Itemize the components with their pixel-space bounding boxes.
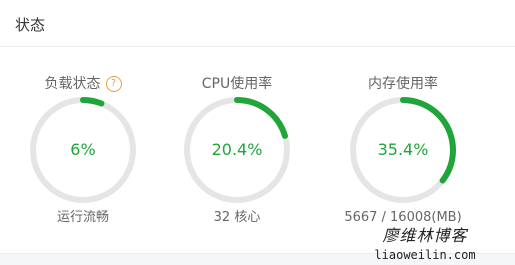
cpu-cores: 32 核心 — [213, 210, 261, 225]
memory-usage-value: 35.4% — [377, 140, 429, 159]
load-status-value: 6% — [70, 140, 96, 159]
gauge-label-cpu: CPU使用率 — [172, 74, 302, 94]
help-icon[interactable]: ? — [105, 76, 122, 92]
load-status-label: 负载状态 — [44, 76, 101, 92]
status-panel: 状态 负载状态? 6% 运行流畅 CPU使用率 20.4% 32 核心 内存使用… — [0, 0, 515, 254]
memory-usage-gauge[interactable]: 内存使用率 35.4% 5667 / 16008(MB) — [338, 74, 468, 234]
panel-title: 状态 — [15, 16, 46, 34]
gauge-label-memory: 内存使用率 — [338, 74, 468, 94]
watermark: 廖维林博客 liaoweilin.com — [345, 225, 505, 265]
load-status-desc: 运行流畅 — [56, 210, 109, 225]
gauge-label-load: 负载状态? — [18, 74, 148, 94]
cpu-usage-label: CPU使用率 — [201, 76, 273, 92]
cpu-usage-value: 20.4% — [211, 140, 263, 159]
watermark-name: 廖维林博客 — [382, 226, 468, 245]
memory-usage-label: 内存使用率 — [368, 76, 438, 92]
panel-header: 状态 — [0, 0, 515, 47]
watermark-url: liaoweilin.com — [374, 248, 476, 262]
cpu-usage-gauge[interactable]: CPU使用率 20.4% 32 核心 — [172, 74, 302, 234]
load-status-gauge[interactable]: 负载状态? 6% 运行流畅 — [18, 74, 148, 234]
